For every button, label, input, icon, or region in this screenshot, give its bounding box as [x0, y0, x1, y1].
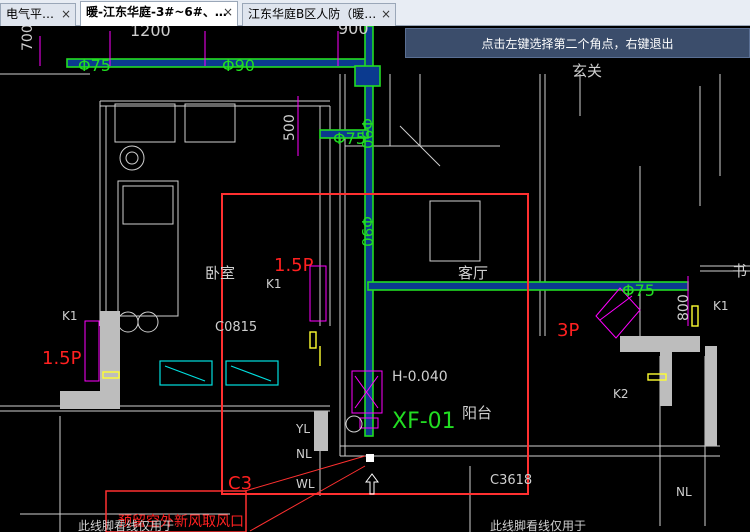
k1-label-a: K1	[266, 277, 282, 291]
device-tag: XF-01	[392, 409, 456, 434]
tab-label: 电气平…	[6, 7, 55, 21]
tab-electrical[interactable]: 电气平… ×	[0, 3, 76, 26]
close-icon[interactable]: ×	[223, 2, 233, 23]
elevation-label: H-0.040	[392, 369, 448, 385]
window-c3618: C3618	[490, 473, 532, 488]
tab-bar: 电气平… × 暖-江东华庭-3#~6#、… × 江东华庭B区人防（暖… ×	[0, 0, 750, 26]
room-study: 书	[732, 262, 747, 280]
up-arrow-icon	[365, 473, 379, 495]
status-tip: 点击左键选择第二个角点，右键退出	[405, 28, 750, 58]
tab-civil-defense[interactable]: 江东华庭B区人防（暖… ×	[242, 3, 396, 26]
dim-1200: 1200	[130, 26, 171, 40]
bottom-note-b: 此线脚看线仅用于	[490, 518, 586, 532]
dim-800: 800	[676, 294, 692, 321]
close-icon[interactable]: ×	[61, 4, 71, 25]
tab-label: 暖-江东华庭-3#~6#、…	[86, 5, 227, 19]
riser-nl-a: NL	[296, 447, 312, 461]
dim-900: 900	[338, 26, 369, 38]
k2-label: K2	[613, 387, 629, 401]
room-living: 客厅	[458, 264, 488, 282]
riser-nl-b: NL	[676, 485, 692, 499]
ac-label-3p: 3P	[557, 320, 579, 341]
bottom-note-a: 此线脚看线仅用于	[78, 518, 174, 532]
close-icon[interactable]: ×	[381, 4, 391, 25]
k1-label-b: K1	[62, 309, 78, 323]
tab-label: 江东华庭B区人防（暖…	[248, 7, 377, 21]
riser-yl: YL	[295, 422, 310, 436]
room-bedroom: 卧室	[205, 264, 235, 282]
tab-hvac-active[interactable]: 暖-江东华庭-3#~6#、… ×	[80, 1, 238, 26]
cyan-vents	[159, 360, 279, 386]
grip-point[interactable]	[366, 454, 374, 462]
window-c3: C3	[228, 473, 252, 494]
dim-500: 500	[282, 114, 298, 141]
pipe-label-phi75-b: Φ75	[333, 129, 366, 148]
pipe-label-phi75-a: Φ75	[78, 56, 111, 75]
riser-wl: WL	[296, 477, 315, 491]
drawing-canvas[interactable]: 1200 900 700 500 800 Φ75 Φ90 Φ90 Φ75 Φ90…	[0, 26, 750, 532]
k1-label-c: K1	[713, 299, 729, 313]
window-c0815: C0815	[215, 320, 257, 335]
room-entry: 玄关	[572, 62, 602, 80]
pipe-label-phi75-c: Φ75	[622, 281, 655, 300]
room-balcony: 阳台	[462, 404, 492, 422]
wall-fills	[60, 311, 717, 451]
pipe-label-phi90-a: Φ90	[222, 56, 255, 75]
ac-label-1p5-a: 1.5P	[274, 255, 314, 276]
dim-700: 700	[20, 26, 36, 51]
ac-label-1p5-b: 1.5P	[42, 348, 82, 369]
pipe-label-phi90-c: Φ90	[358, 216, 376, 247]
